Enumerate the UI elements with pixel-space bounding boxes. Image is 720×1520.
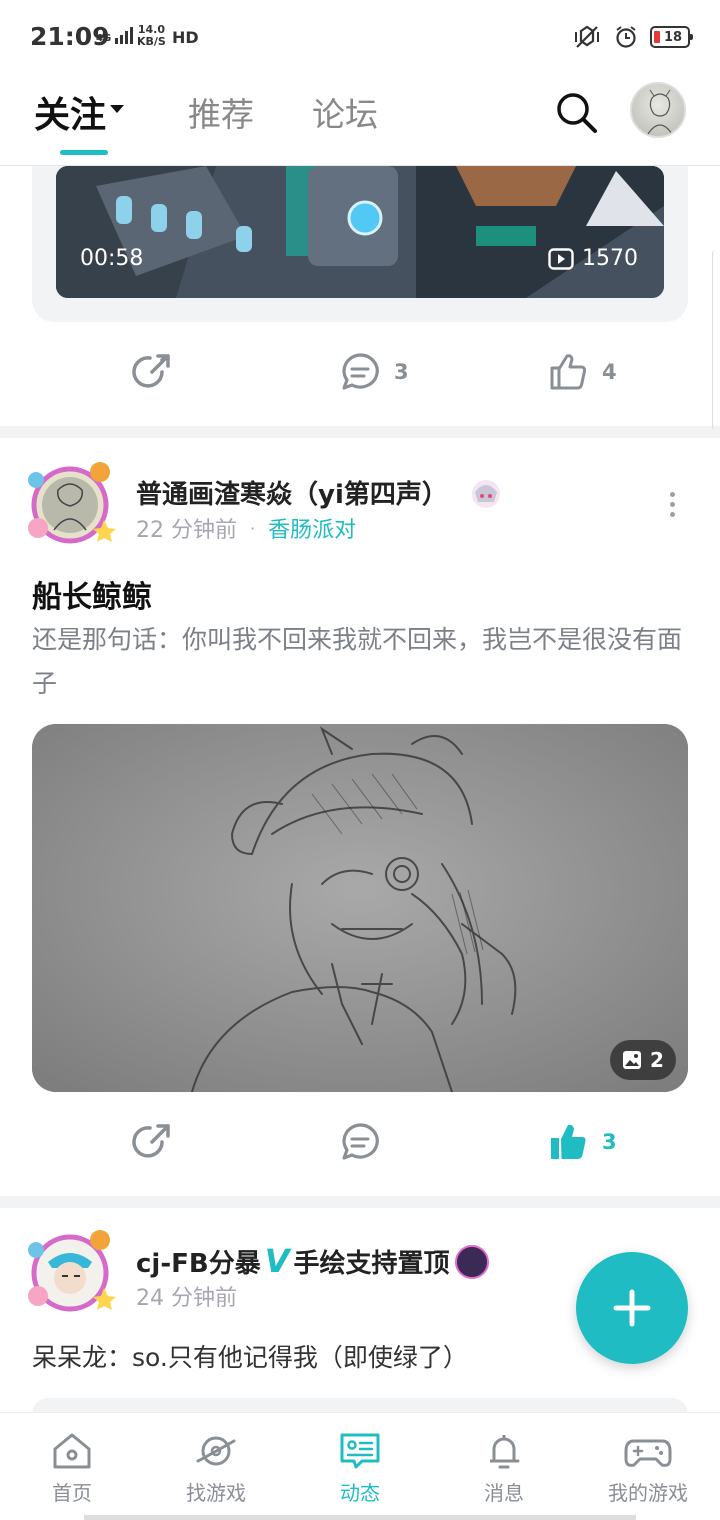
author-name[interactable]: cj-FB分暴 V 手绘支持置顶 (136, 1242, 490, 1282)
more-dot (669, 502, 675, 507)
nav-my-games-label: 我的游戏 (608, 1481, 688, 1505)
thumbs-up-icon (550, 354, 587, 390)
post-time: 24 分钟前 (136, 1286, 237, 1311)
nav-find-games-label: 找游戏 (186, 1481, 246, 1505)
network-type: 4G (96, 33, 112, 44)
user-avatar[interactable] (630, 82, 686, 138)
share-icon (132, 1124, 170, 1158)
nav-home[interactable]: 首页 (0, 1413, 144, 1520)
signal-icon (114, 27, 133, 44)
tab-following[interactable]: 关注 (34, 86, 125, 138)
feed-icon (340, 1433, 380, 1469)
share-button[interactable] (132, 352, 172, 392)
scroll-indicator[interactable] (712, 250, 720, 430)
plus-icon (613, 1289, 651, 1327)
image-icon (623, 1051, 642, 1069)
nav-home-label: 首页 (52, 1481, 92, 1505)
planet-icon (196, 1436, 236, 1466)
image-count: 2 (650, 1048, 664, 1072)
status-bar: 21:09 4G 14.0 KB/S HD 18 (0, 0, 720, 70)
author-name-text: cj-FB分暴 (136, 1249, 261, 1279)
battery-icon: 18 (650, 26, 693, 48)
bottom-navigation: 首页 找游戏 动态 消息 我的游戏 (0, 1412, 720, 1520)
network-speed: 14.0 KB/S (137, 24, 166, 48)
gesture-bar (84, 1515, 636, 1520)
comment-button[interactable]: 3 (340, 352, 409, 392)
home-icon (53, 1433, 91, 1469)
play-count-value: 1570 (582, 246, 638, 271)
video-thumbnail[interactable] (56, 166, 664, 298)
post-title[interactable]: 船长鲸鲸 (32, 572, 152, 616)
active-tab-indicator (60, 150, 108, 155)
verified-badge: V (264, 1242, 290, 1280)
post-meta: 22 分钟前 · 香肠派对 (136, 512, 356, 544)
create-post-button[interactable] (576, 1252, 688, 1364)
author-title-text: 手绘支持置顶 (293, 1249, 450, 1279)
comment-count: 3 (394, 360, 409, 384)
feed-screen: 21:09 4G 14.0 KB/S HD 18 关注 推荐 论坛 00:58 … (0, 0, 720, 1520)
post-actions: 3 (0, 1104, 720, 1184)
gamepad-icon (624, 1439, 672, 1467)
more-dot (669, 492, 675, 497)
emoji-badge-icon (455, 1244, 490, 1279)
video-duration: 00:58 (80, 246, 144, 271)
like-button[interactable]: 4 (548, 352, 617, 392)
post-body[interactable]: 还是那句话：你叫我不回来我就不回来，我岂不是很没有面子 (32, 618, 692, 706)
comment-button[interactable] (340, 1122, 380, 1162)
share-button[interactable] (132, 1122, 172, 1162)
vibrate-mute-icon (575, 25, 599, 48)
more-dot (669, 512, 675, 517)
post-separator (0, 426, 720, 438)
more-options-button[interactable] (666, 492, 678, 518)
comment-icon (342, 1123, 379, 1160)
thumbs-up-filled-icon (551, 1124, 586, 1159)
post-image[interactable] (32, 724, 688, 1092)
share-icon (132, 354, 170, 388)
nav-feed[interactable]: 动态 (288, 1413, 432, 1520)
top-navigation: 关注 推荐 论坛 (0, 70, 720, 166)
badge-avatar-icon (471, 479, 500, 508)
tab-recommended[interactable]: 推荐 (188, 88, 254, 136)
alarm-icon (616, 26, 636, 48)
author-name-text: 普通画渣寒焱（yi第四声） (136, 480, 448, 510)
forum-link[interactable]: 香肠派对 (268, 518, 356, 543)
comment-icon (342, 353, 379, 390)
author-name[interactable]: 普通画渣寒焱（yi第四声） (136, 474, 503, 512)
post-actions: 3 4 (0, 334, 720, 414)
nav-feed-label: 动态 (340, 1481, 380, 1505)
status-right-icons: 18 (572, 24, 693, 50)
bell-icon (490, 1435, 520, 1469)
nav-my-games[interactable]: 我的游戏 (576, 1413, 720, 1520)
like-button[interactable]: 3 (548, 1122, 617, 1162)
author-avatar[interactable] (24, 1228, 116, 1314)
speed-unit: KB/S (137, 35, 166, 48)
nav-find-games[interactable]: 找游戏 (144, 1413, 288, 1520)
author-avatar[interactable] (24, 460, 116, 546)
search-icon (557, 93, 597, 133)
network-indicator: 4G (96, 26, 137, 44)
battery-level: 18 (663, 29, 683, 45)
hd-indicator: HD (172, 28, 199, 47)
post-separator (0, 1196, 720, 1208)
search-button[interactable] (554, 90, 600, 136)
nav-messages[interactable]: 消息 (432, 1413, 576, 1520)
meta-separator: · (250, 519, 256, 538)
image-count-badge: 2 (610, 1040, 676, 1080)
video-play-count: 1570 (548, 246, 638, 271)
post-time: 22 分钟前 (136, 518, 237, 543)
tab-following-label: 关注 (34, 95, 107, 136)
chevron-down-icon (110, 105, 125, 113)
nav-messages-label: 消息 (484, 1481, 524, 1505)
like-count: 4 (602, 360, 617, 384)
play-icon (548, 247, 574, 270)
like-count: 3 (602, 1130, 617, 1154)
tab-forum[interactable]: 论坛 (312, 88, 378, 136)
